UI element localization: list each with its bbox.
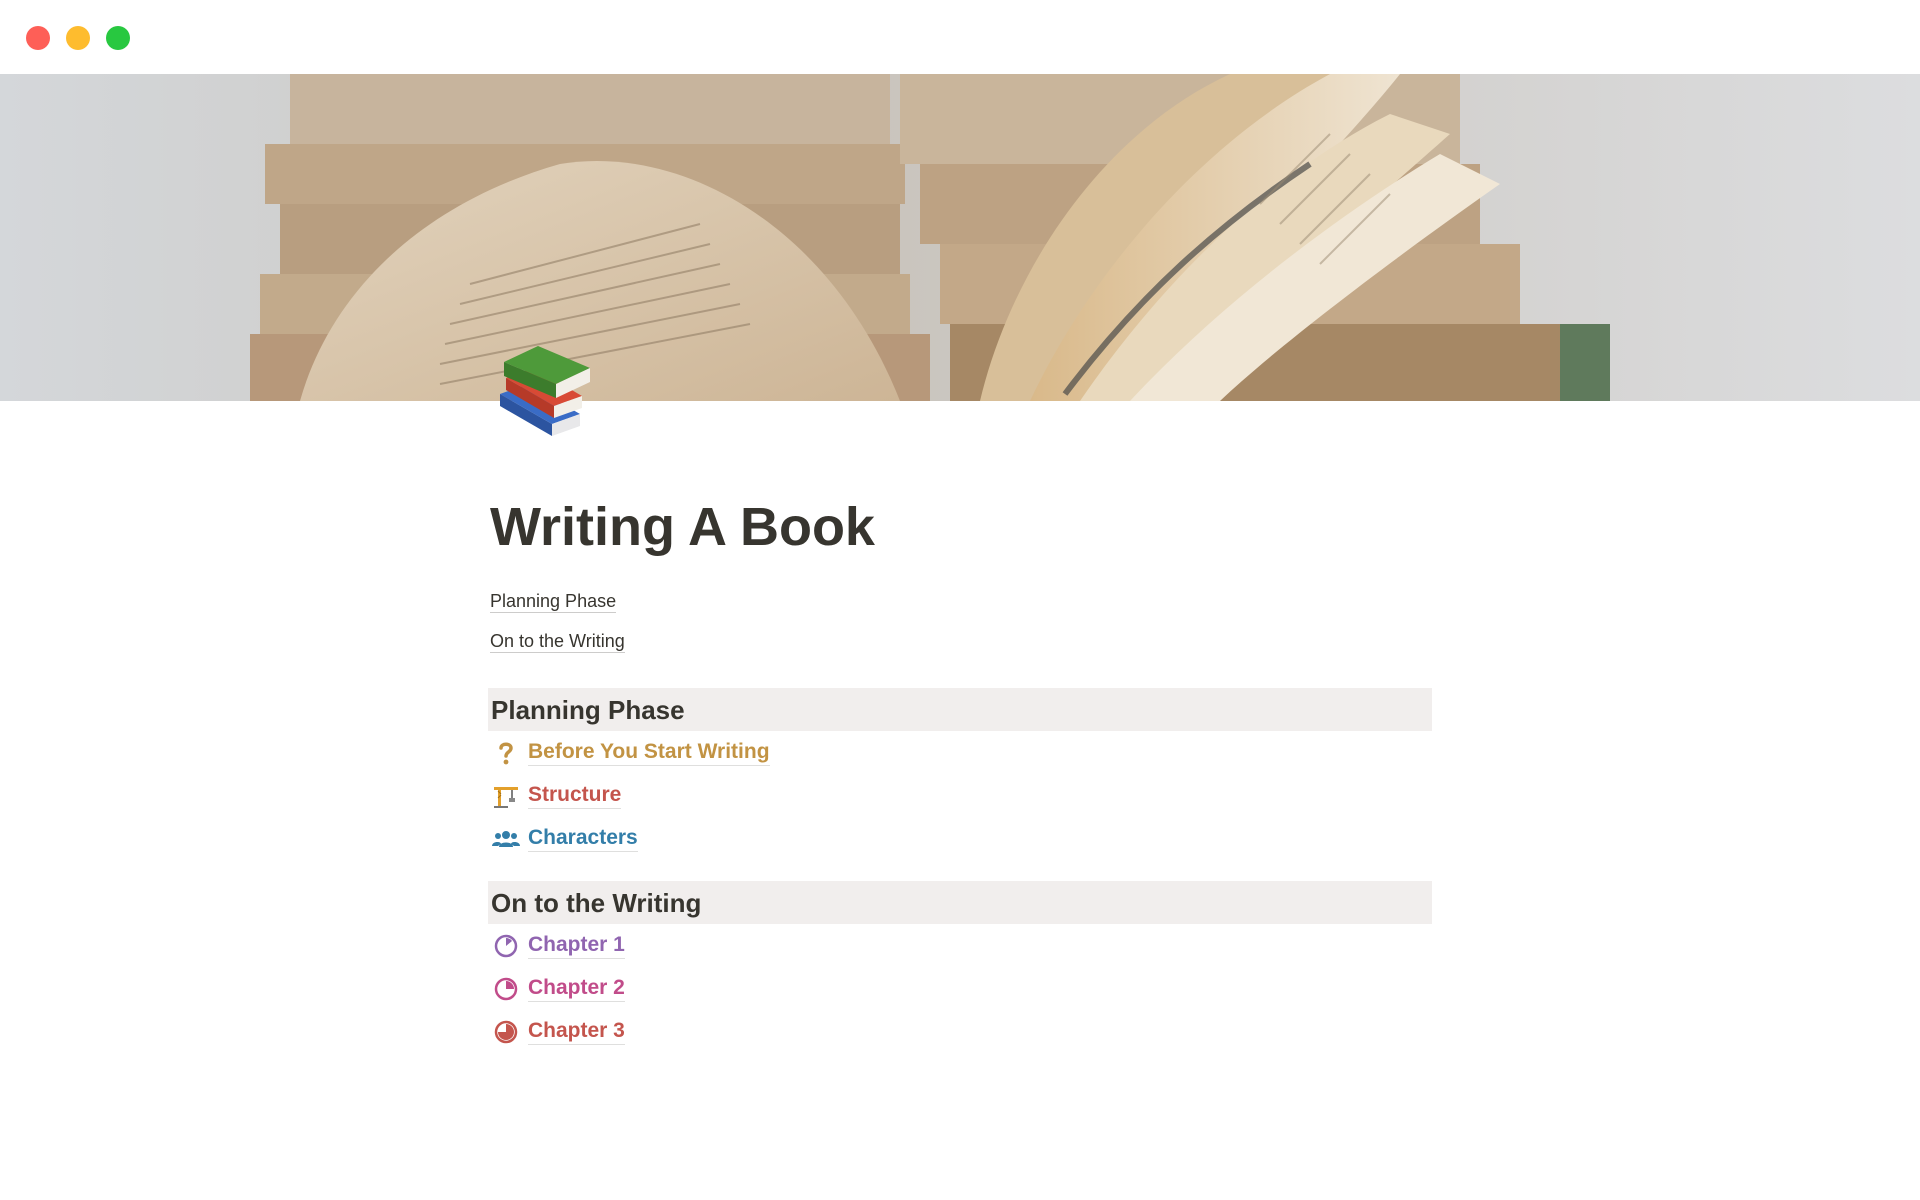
progress-three-quarter-icon xyxy=(492,1019,520,1045)
window-titlebar xyxy=(0,0,1920,74)
section-heading-text: Planning Phase xyxy=(491,695,685,725)
toc-item-planning-phase[interactable]: Planning Phase xyxy=(490,590,617,613)
toc-item-on-to-the-writing[interactable]: On to the Writing xyxy=(490,630,625,653)
question-mark-icon xyxy=(492,740,520,766)
crane-icon xyxy=(492,783,520,809)
progress-half-icon xyxy=(492,976,520,1002)
section-heading-on-to-the-writing: On to the Writing xyxy=(488,881,1432,924)
section-heading-text: On to the Writing xyxy=(491,888,702,918)
page-link-label: Before You Start Writing xyxy=(528,740,770,766)
page-link-label: Chapter 2 xyxy=(528,976,625,1002)
page-title: Writing A Book xyxy=(490,497,875,557)
page-link-label: Structure xyxy=(528,783,622,809)
minimize-window-button[interactable] xyxy=(66,26,90,50)
progress-quarter-icon xyxy=(492,933,520,959)
people-icon xyxy=(492,826,520,852)
page-link-label: Chapter 1 xyxy=(528,933,625,959)
books-emoji-icon[interactable] xyxy=(496,344,596,444)
page-link-label: Characters xyxy=(528,826,638,852)
cover-image xyxy=(0,74,1920,401)
page-link-label: Chapter 3 xyxy=(528,1019,625,1045)
maximize-window-button[interactable] xyxy=(106,26,130,50)
open-book-cover-illustration xyxy=(0,74,1920,401)
close-window-button[interactable] xyxy=(26,26,50,50)
section-heading-planning-phase: Planning Phase xyxy=(488,688,1432,731)
